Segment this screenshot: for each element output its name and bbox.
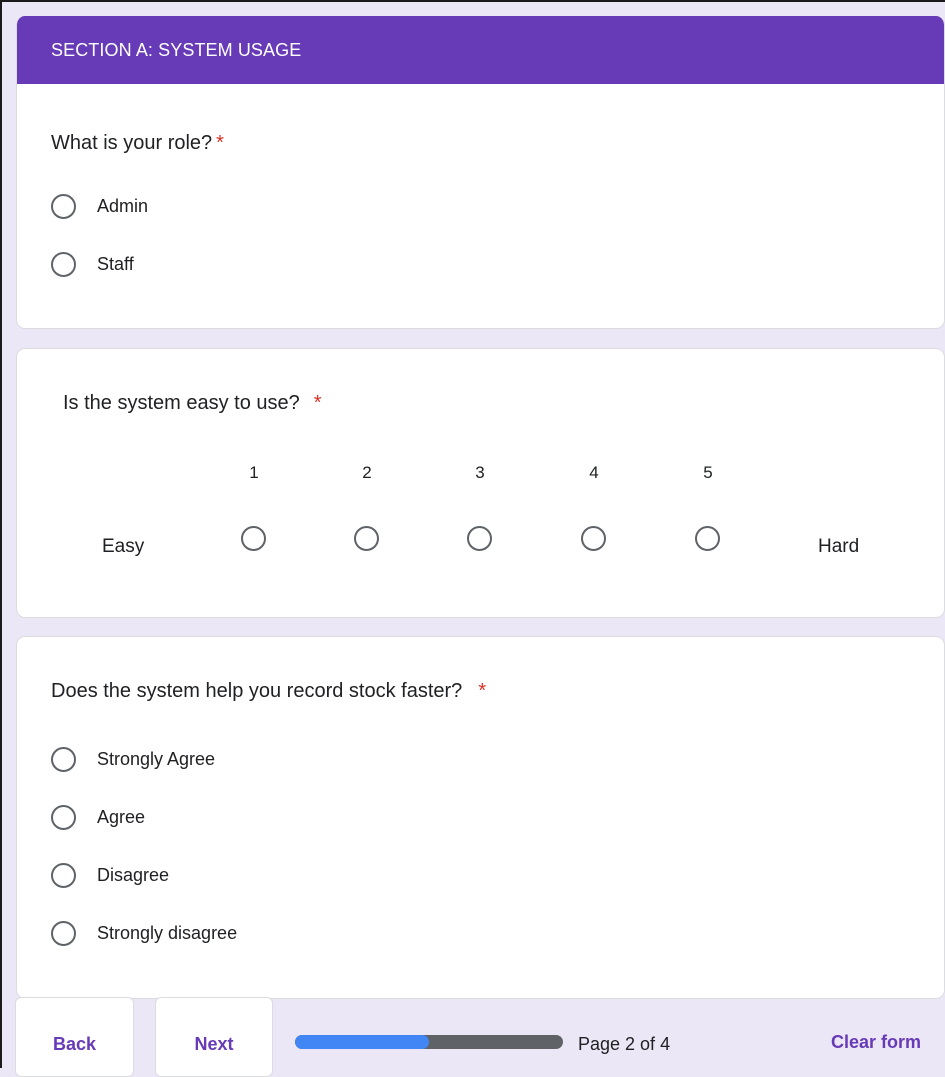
question-stock-title: Does the system help you record stock fa… bbox=[51, 680, 486, 703]
radio-button[interactable] bbox=[51, 804, 76, 830]
back-button[interactable]: Back bbox=[15, 997, 134, 1077]
option-label: Admin bbox=[97, 195, 149, 216]
option-label: Disagree bbox=[97, 864, 170, 885]
option-label: Strongly disagree bbox=[97, 922, 238, 943]
option-staff[interactable]: Staff bbox=[51, 248, 134, 280]
clear-form-link[interactable]: Clear form bbox=[831, 1032, 921, 1053]
scale-radio-1[interactable] bbox=[241, 526, 266, 551]
progress-bar bbox=[295, 1035, 563, 1049]
question-ease-text: Is the system easy to use? bbox=[63, 392, 300, 414]
question-card-ease: Is the system easy to use? * 1 2 3 4 5 Ea… bbox=[16, 348, 945, 618]
scale-number-3: 3 bbox=[475, 463, 485, 482]
option-agree[interactable]: Agree bbox=[51, 801, 145, 833]
radio-button[interactable] bbox=[51, 746, 76, 772]
question-ease-title: Is the system easy to use? * bbox=[63, 392, 322, 415]
required-asterisk: * bbox=[478, 680, 487, 702]
scale-number-1: 1 bbox=[249, 463, 259, 482]
scale-radio-2[interactable] bbox=[354, 526, 379, 551]
option-disagree[interactable]: Disagree bbox=[51, 859, 169, 891]
radio-button[interactable] bbox=[51, 251, 76, 277]
scale-number-4: 4 bbox=[589, 463, 599, 482]
scale-number-2: 2 bbox=[362, 463, 372, 482]
progress-bar-fill bbox=[295, 1035, 429, 1049]
scale-radio-3[interactable] bbox=[467, 526, 492, 551]
page-indicator: Page 2 of 4 bbox=[578, 1034, 671, 1054]
next-button[interactable]: Next bbox=[155, 997, 273, 1077]
radio-button[interactable] bbox=[51, 920, 76, 946]
scale-radio-4[interactable] bbox=[581, 526, 606, 551]
radio-button[interactable] bbox=[51, 193, 76, 219]
required-asterisk: * bbox=[313, 392, 322, 414]
section-card-role: SECTION A: SYSTEM USAGE What is your rol… bbox=[16, 16, 945, 329]
question-role-title: What is your role? * bbox=[51, 132, 224, 155]
scale-radio-5[interactable] bbox=[695, 526, 720, 551]
required-asterisk: * bbox=[216, 132, 224, 154]
option-label: Staff bbox=[97, 253, 134, 274]
option-strongly-disagree[interactable]: Strongly disagree bbox=[51, 917, 237, 949]
section-title: SECTION A: SYSTEM USAGE bbox=[17, 16, 944, 84]
scale-high-label: Hard bbox=[818, 536, 860, 557]
question-card-stock: Does the system help you record stock fa… bbox=[16, 636, 945, 999]
option-strongly-agree[interactable]: Strongly Agree bbox=[51, 743, 215, 775]
radio-button[interactable] bbox=[51, 862, 76, 888]
question-stock-text: Does the system help you record stock fa… bbox=[51, 680, 463, 702]
option-label: Agree bbox=[97, 806, 146, 827]
scale-number-5: 5 bbox=[703, 463, 713, 482]
question-role-text: What is your role? bbox=[51, 132, 213, 154]
scale-low-label: Easy bbox=[102, 536, 145, 557]
option-admin[interactable]: Admin bbox=[51, 190, 148, 222]
option-label: Strongly Agree bbox=[97, 748, 216, 769]
